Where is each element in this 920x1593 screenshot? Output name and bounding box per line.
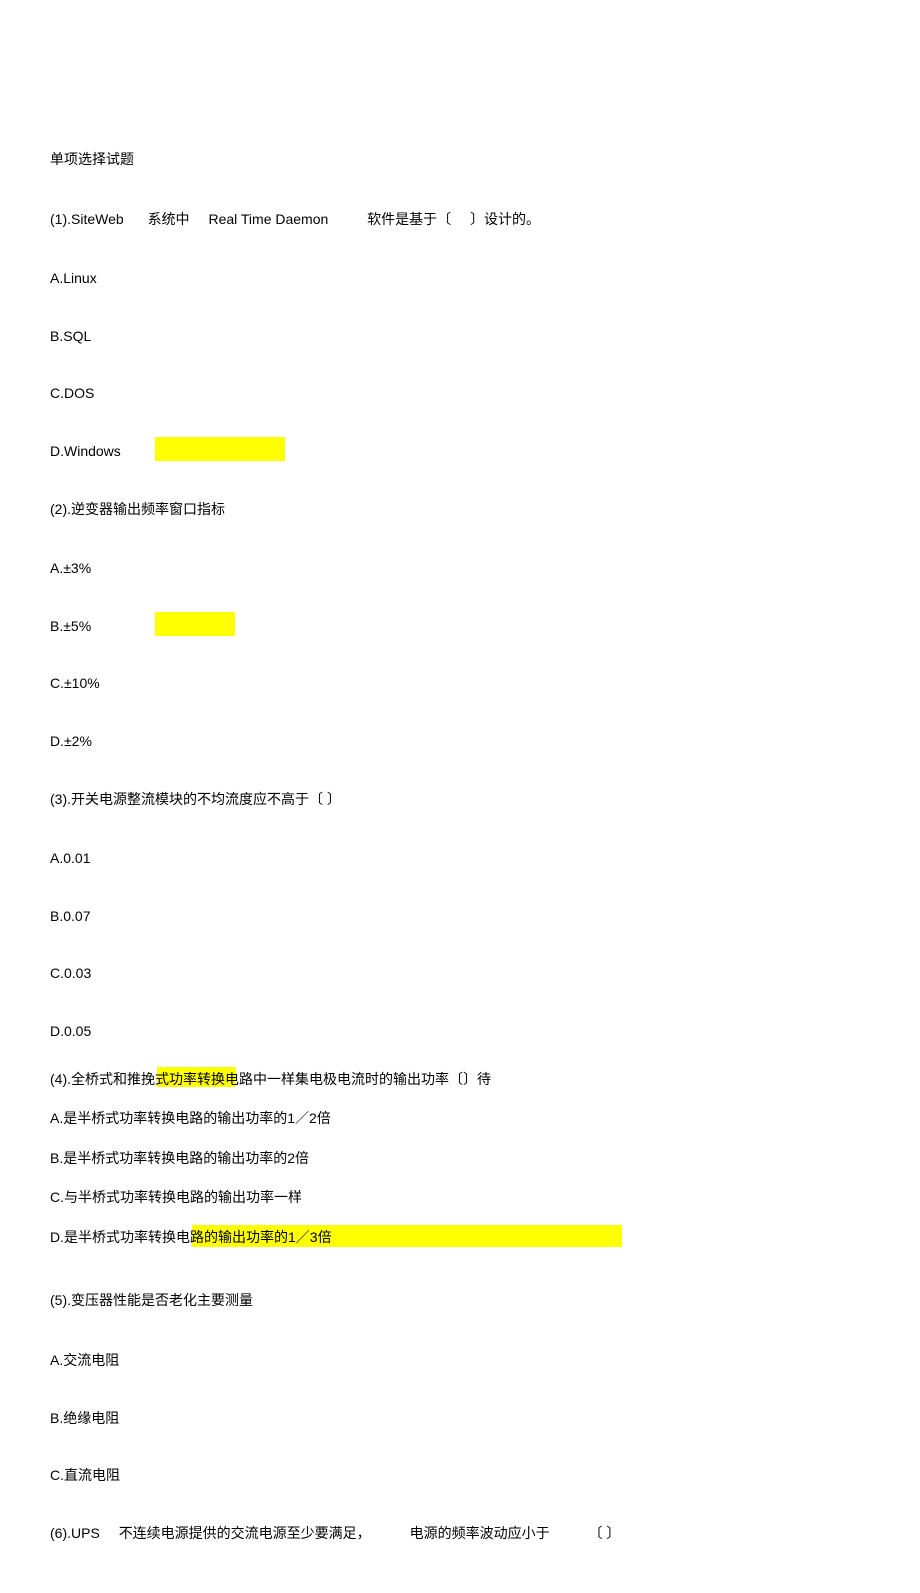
q3-option-d: D.0.05	[50, 1022, 870, 1042]
q5-option-a: A.交流电阻	[50, 1351, 870, 1371]
q4-option-d-text: D.是半桥式功率转换电路的输出功率的1／3倍	[50, 1229, 332, 1245]
q4-prompt-text: (4).全桥式和推挽式功率转换电路中一样集电极电流时的输出功率〔〕待	[50, 1071, 491, 1087]
q5-prompt: (5).变压器性能是否老化主要测量	[50, 1291, 870, 1311]
q4-prompt: (4).全桥式和推挽式功率转换电路中一样集电极电流时的输出功率〔〕待	[50, 1070, 870, 1090]
q1-p4: 软件是基于〔	[367, 211, 451, 227]
q2-option-a: A.±3%	[50, 559, 870, 579]
q4-option-d: D.是半桥式功率转换电路的输出功率的1／3倍	[50, 1228, 870, 1248]
q1-option-b: B.SQL	[50, 327, 870, 347]
q1-p2: 系统中	[148, 211, 190, 227]
q1-p1: (1).SiteWeb	[50, 211, 124, 227]
q3-option-b: B.0.07	[50, 907, 870, 927]
q6-p1: (6).UPS	[50, 1525, 100, 1541]
q1-option-d-text: D.Windows	[50, 443, 121, 459]
q1-p3: Real Time Daemon	[208, 211, 328, 227]
highlight-marker	[155, 612, 235, 636]
q1-prompt: (1).SiteWeb 系统中 Real Time Daemon 软件是基于〔 …	[50, 210, 870, 230]
q1-option-c: C.DOS	[50, 384, 870, 404]
q4-option-c: C.与半桥式功率转换电路的输出功率一样	[50, 1188, 870, 1208]
q1-p5: 〕设计的。	[470, 211, 540, 227]
q5-option-b: B.绝缘电阻	[50, 1409, 870, 1429]
q1-option-d: D.Windows	[50, 442, 870, 462]
q2-option-b: B.±5%	[50, 617, 870, 637]
q6-p4: 〔 〕	[588, 1525, 620, 1541]
q2-option-d: D.±2%	[50, 732, 870, 752]
section-title: 单项选择试题	[50, 150, 870, 170]
q6-prompt: (6).UPS 不连续电源提供的交流电源至少要满足， 电源的频率波动应小于 〔 …	[50, 1524, 870, 1544]
q1-option-a: A.Linux	[50, 269, 870, 289]
q2-option-b-text: B.±5%	[50, 618, 91, 634]
highlight-marker	[155, 437, 285, 461]
q6-p2: 不连续电源提供的交流电源至少要满足，	[119, 1525, 371, 1541]
q6-p3: 电源的频率波动应小于	[410, 1525, 550, 1541]
q3-option-a: A.0.01	[50, 849, 870, 869]
q3-prompt: (3).开关电源整流模块的不均流度应不高于〔 〕	[50, 790, 870, 810]
q4-option-b: B.是半桥式功率转换电路的输出功率的2倍	[50, 1149, 870, 1169]
q3-option-c: C.0.03	[50, 964, 870, 984]
q5-option-c: C.直流电阻	[50, 1466, 870, 1486]
q2-option-c: C.±10%	[50, 674, 870, 694]
q4-option-a: A.是半桥式功率转换电路的输出功率的1／2倍	[50, 1109, 870, 1129]
q2-prompt: (2).逆变器输出频率窗口指标	[50, 500, 870, 520]
